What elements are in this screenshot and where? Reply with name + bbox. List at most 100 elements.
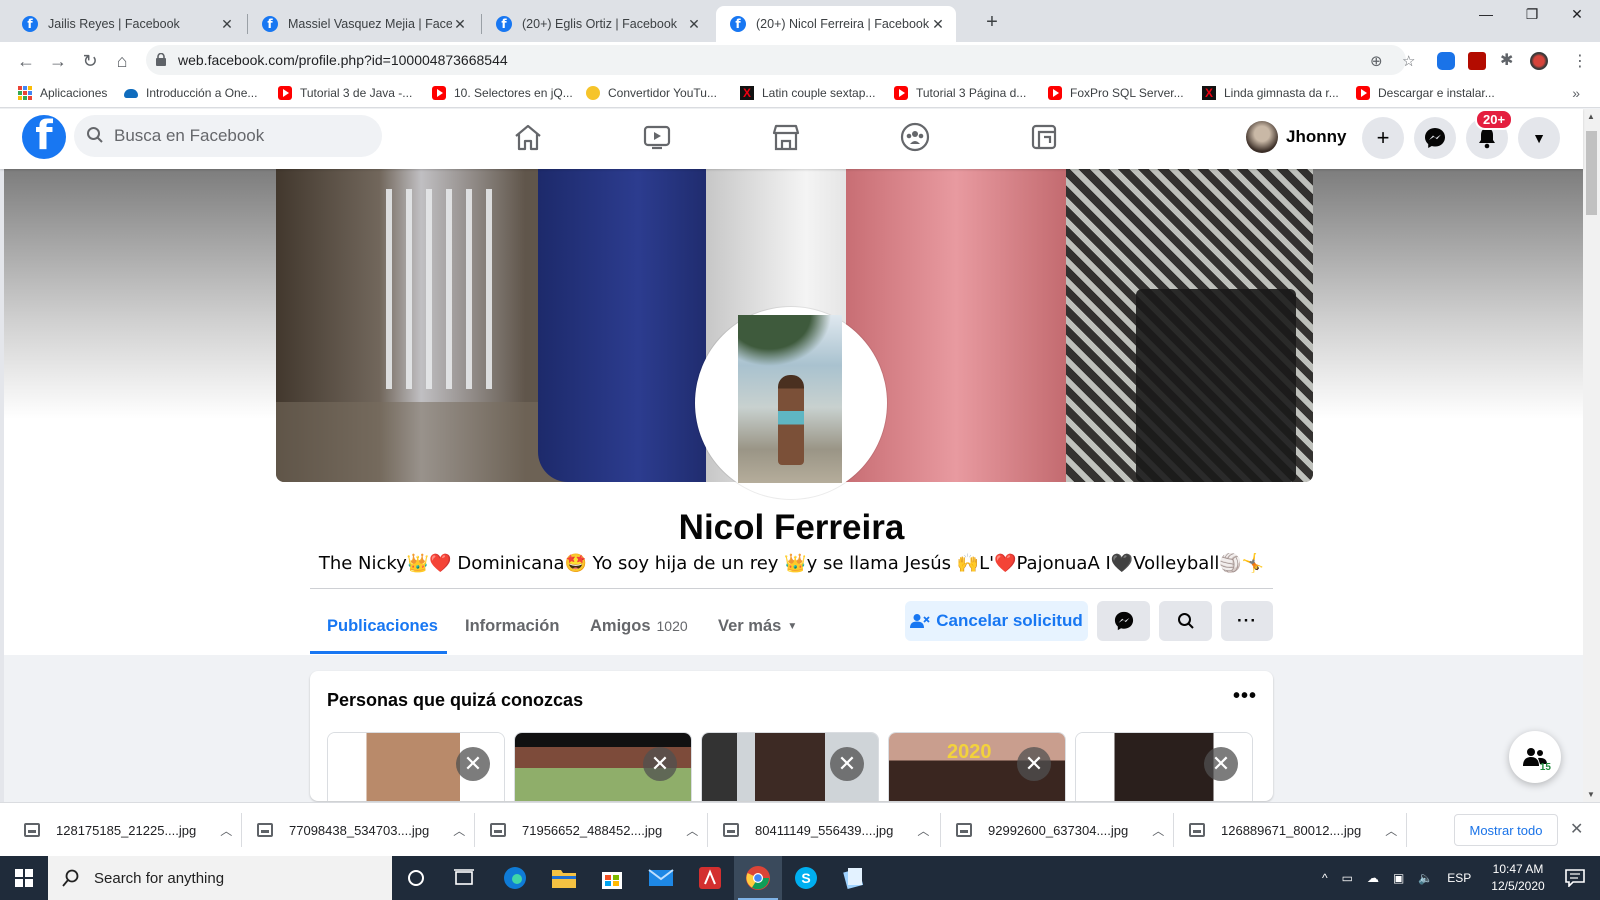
bookmark-descargar[interactable]: Descargar e instalar...: [1356, 86, 1495, 100]
scroll-up-arrow-icon[interactable]: ▲: [1587, 112, 1595, 121]
dismiss-close-icon[interactable]: ✕: [456, 747, 490, 781]
tab-publicaciones[interactable]: Publicaciones: [310, 601, 455, 651]
address-bar[interactable]: web.facebook.com/profile.php?id=10000487…: [146, 45, 1415, 75]
bookmark-aplicaciones[interactable]: Aplicaciones: [18, 86, 107, 100]
account-menu-button[interactable]: ▼: [1518, 117, 1560, 159]
browser-tab-massiel[interactable]: f Massiel Vasquez Mejia | Facebook ✕: [248, 6, 478, 42]
close-window-button[interactable]: ✕: [1554, 0, 1600, 28]
chevron-up-icon[interactable]: ︿: [220, 822, 232, 839]
pymk-more-options-icon[interactable]: •••: [1233, 685, 1257, 708]
tab-close-icon[interactable]: ✕: [686, 16, 702, 33]
bookmark-jquery[interactable]: 10. Selectores en jQ...: [432, 86, 573, 100]
chevron-up-icon[interactable]: ^: [1322, 871, 1328, 885]
nav-groups[interactable]: [859, 117, 971, 157]
close-shelf-icon[interactable]: ✕: [1570, 819, 1583, 839]
chevron-up-icon[interactable]: ︿: [917, 822, 929, 839]
bookmark-star-icon[interactable]: ☆: [1402, 52, 1415, 70]
browser-tab-nicol[interactable]: f (20+) Nicol Ferreira | Facebook ✕: [716, 6, 956, 42]
tab-close-icon[interactable]: ✕: [219, 16, 235, 33]
taskbar-file-explorer[interactable]: [540, 856, 588, 900]
scroll-down-arrow-icon[interactable]: ▼: [1587, 790, 1595, 799]
chevron-up-icon[interactable]: ︿: [1385, 822, 1397, 839]
nav-watch[interactable]: [601, 117, 713, 157]
zoom-icon[interactable]: ⊕: [1370, 52, 1383, 70]
dismiss-close-icon[interactable]: ✕: [1204, 747, 1238, 781]
messenger-button[interactable]: [1414, 117, 1456, 159]
taskbar-mail[interactable]: [637, 856, 685, 900]
scrollbar-thumb[interactable]: [1586, 131, 1597, 215]
taskbar-clock[interactable]: 10:47 AM 12/5/2020: [1478, 861, 1558, 895]
extensions-puzzle-icon[interactable]: ✱: [1500, 52, 1518, 70]
tab-amigos[interactable]: Amigos 1020: [573, 601, 705, 651]
more-options-button[interactable]: ···: [1221, 601, 1273, 641]
taskbar-skype[interactable]: S: [782, 856, 830, 900]
chevron-up-icon[interactable]: ︿: [1152, 822, 1164, 839]
bookmark-convertidor[interactable]: Convertidor YouTu...: [586, 86, 717, 100]
onedrive-cloud-icon[interactable]: ☁: [1367, 871, 1379, 885]
dismiss-close-icon[interactable]: ✕: [1017, 747, 1051, 781]
volume-speaker-icon[interactable]: 🔈: [1418, 871, 1433, 885]
bookmark-java-tutorial[interactable]: Tutorial 3 de Java -...: [278, 86, 412, 100]
home-button[interactable]: ⌂: [108, 47, 136, 75]
facebook-search[interactable]: [74, 115, 382, 157]
bookmark-foxpro[interactable]: FoxPro SQL Server...: [1048, 86, 1184, 100]
pymk-suggestion-card[interactable]: ✕: [514, 732, 692, 801]
back-button[interactable]: ←: [12, 47, 40, 75]
taskbar-store[interactable]: [588, 856, 636, 900]
download-item[interactable]: 128175185_21225....jpg ︿: [24, 803, 232, 857]
chevron-up-icon[interactable]: ︿: [453, 822, 465, 839]
profile-avatar-icon[interactable]: [1530, 52, 1548, 70]
nav-marketplace[interactable]: [730, 117, 842, 157]
page-scrollbar[interactable]: ▲ ▼: [1583, 109, 1600, 802]
new-tab-button[interactable]: +: [978, 8, 1006, 36]
message-button[interactable]: [1097, 601, 1150, 641]
cortana-button[interactable]: [392, 856, 440, 900]
download-item[interactable]: 92992600_637304....jpg ︿: [956, 803, 1164, 857]
input-language[interactable]: ESP: [1447, 871, 1471, 885]
browser-tab-eglis[interactable]: f (20+) Eglis Ortiz | Facebook ✕: [482, 6, 712, 42]
download-item[interactable]: 126889671_80012....jpg ︿: [1189, 803, 1397, 857]
taskbar-search[interactable]: [48, 856, 392, 900]
bookmarks-overflow-icon[interactable]: »: [1572, 85, 1580, 101]
battery-icon[interactable]: ▭: [1342, 871, 1353, 885]
profile-picture[interactable]: [738, 315, 842, 483]
cancel-request-button[interactable]: Cancelar solicitud: [905, 601, 1088, 641]
chevron-up-icon[interactable]: ︿: [686, 822, 698, 839]
bookmark-latin-couple[interactable]: X Latin couple sextap...: [740, 86, 875, 100]
bookmark-gimnasta[interactable]: X Linda gimnasta da r...: [1202, 86, 1339, 100]
tab-ver-mas[interactable]: Ver más ▼: [701, 601, 814, 651]
taskbar-edge[interactable]: [491, 856, 539, 900]
chrome-menu-icon[interactable]: ⋮: [1566, 47, 1594, 75]
dismiss-close-icon[interactable]: ✕: [643, 747, 677, 781]
pymk-suggestion-card[interactable]: 2020 ✕: [888, 732, 1066, 801]
show-all-downloads-button[interactable]: Mostrar todo: [1454, 814, 1558, 846]
restore-window-button[interactable]: ❐: [1509, 0, 1555, 28]
nav-gaming[interactable]: [988, 117, 1100, 157]
reload-button[interactable]: ↻: [76, 47, 104, 75]
download-item[interactable]: 71956652_488452....jpg ︿: [490, 803, 698, 857]
pymk-suggestion-card[interactable]: ✕: [701, 732, 879, 801]
download-item[interactable]: 80411149_556439....jpg ︿: [723, 803, 929, 857]
tab-informacion[interactable]: Información: [448, 601, 576, 651]
pymk-suggestion-card[interactable]: ✕: [1075, 732, 1253, 801]
download-item[interactable]: 77098438_534703....jpg ︿: [257, 803, 465, 857]
nav-home[interactable]: [472, 117, 584, 157]
taskbar-app-blue[interactable]: [830, 856, 878, 900]
extension-blue-icon[interactable]: [1437, 52, 1455, 70]
minimize-window-button[interactable]: —: [1463, 0, 1509, 28]
task-view-button[interactable]: [440, 856, 488, 900]
network-icon[interactable]: ▣: [1393, 871, 1404, 885]
dismiss-close-icon[interactable]: ✕: [830, 747, 864, 781]
action-center-button[interactable]: [1553, 856, 1597, 900]
acrobat-extension-icon[interactable]: [1468, 52, 1486, 70]
bookmark-onedrive[interactable]: Introducción a One...: [124, 86, 257, 100]
create-button[interactable]: +: [1362, 117, 1404, 159]
contacts-chat-button[interactable]: 15: [1509, 731, 1561, 783]
forward-button[interactable]: →: [44, 47, 72, 75]
taskbar-acrobat[interactable]: [686, 856, 734, 900]
facebook-search-input[interactable]: [114, 115, 364, 157]
profile-shortcut[interactable]: Jhonny: [1246, 119, 1346, 155]
tab-close-icon[interactable]: ✕: [452, 16, 468, 33]
taskbar-chrome[interactable]: [734, 856, 782, 900]
bookmark-tutorial-pagina[interactable]: Tutorial 3 Página d...: [894, 86, 1026, 100]
